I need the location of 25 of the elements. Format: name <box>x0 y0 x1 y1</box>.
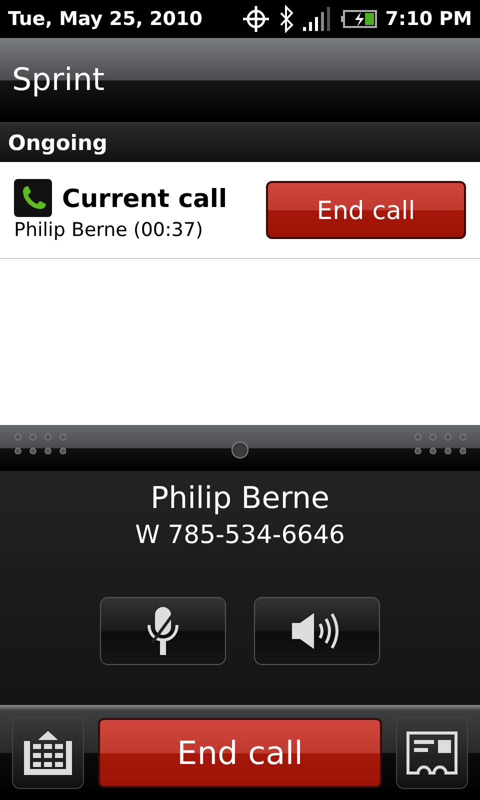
battery-icon <box>341 9 378 29</box>
speaker-button[interactable] <box>254 597 380 665</box>
end-call-button[interactable]: End call <box>98 718 382 788</box>
contact-card-icon <box>406 730 458 774</box>
keypad-icon <box>22 728 74 776</box>
caller-name: Philip Berne <box>150 481 330 516</box>
muted-microphone-icon <box>146 605 180 657</box>
bluetooth-icon <box>279 5 296 33</box>
dots-drawing <box>14 433 66 455</box>
keypad-button[interactable] <box>12 716 84 788</box>
knob-drawing <box>231 441 249 459</box>
notification-item[interactable]: Current call Philip Berne (00:37) End call <box>0 162 480 259</box>
carrier-title: Sprint <box>12 62 105 98</box>
status-date: Tue, May 25, 2010 <box>8 8 202 30</box>
gps-icon <box>241 4 272 34</box>
phone-icon <box>14 179 52 217</box>
notification-detail: Philip Berne (00:37) <box>14 219 204 241</box>
mute-button[interactable] <box>100 597 226 665</box>
notification-title: Current call <box>62 184 228 212</box>
contact-card-button[interactable] <box>396 716 468 788</box>
end-call-button[interactable]: End call <box>266 181 466 239</box>
status-time: 7:10 PM <box>385 8 472 30</box>
section-title: Ongoing <box>8 131 108 155</box>
dots-drawing <box>414 433 466 455</box>
caller-number: W 785-534-6646 <box>135 520 345 549</box>
